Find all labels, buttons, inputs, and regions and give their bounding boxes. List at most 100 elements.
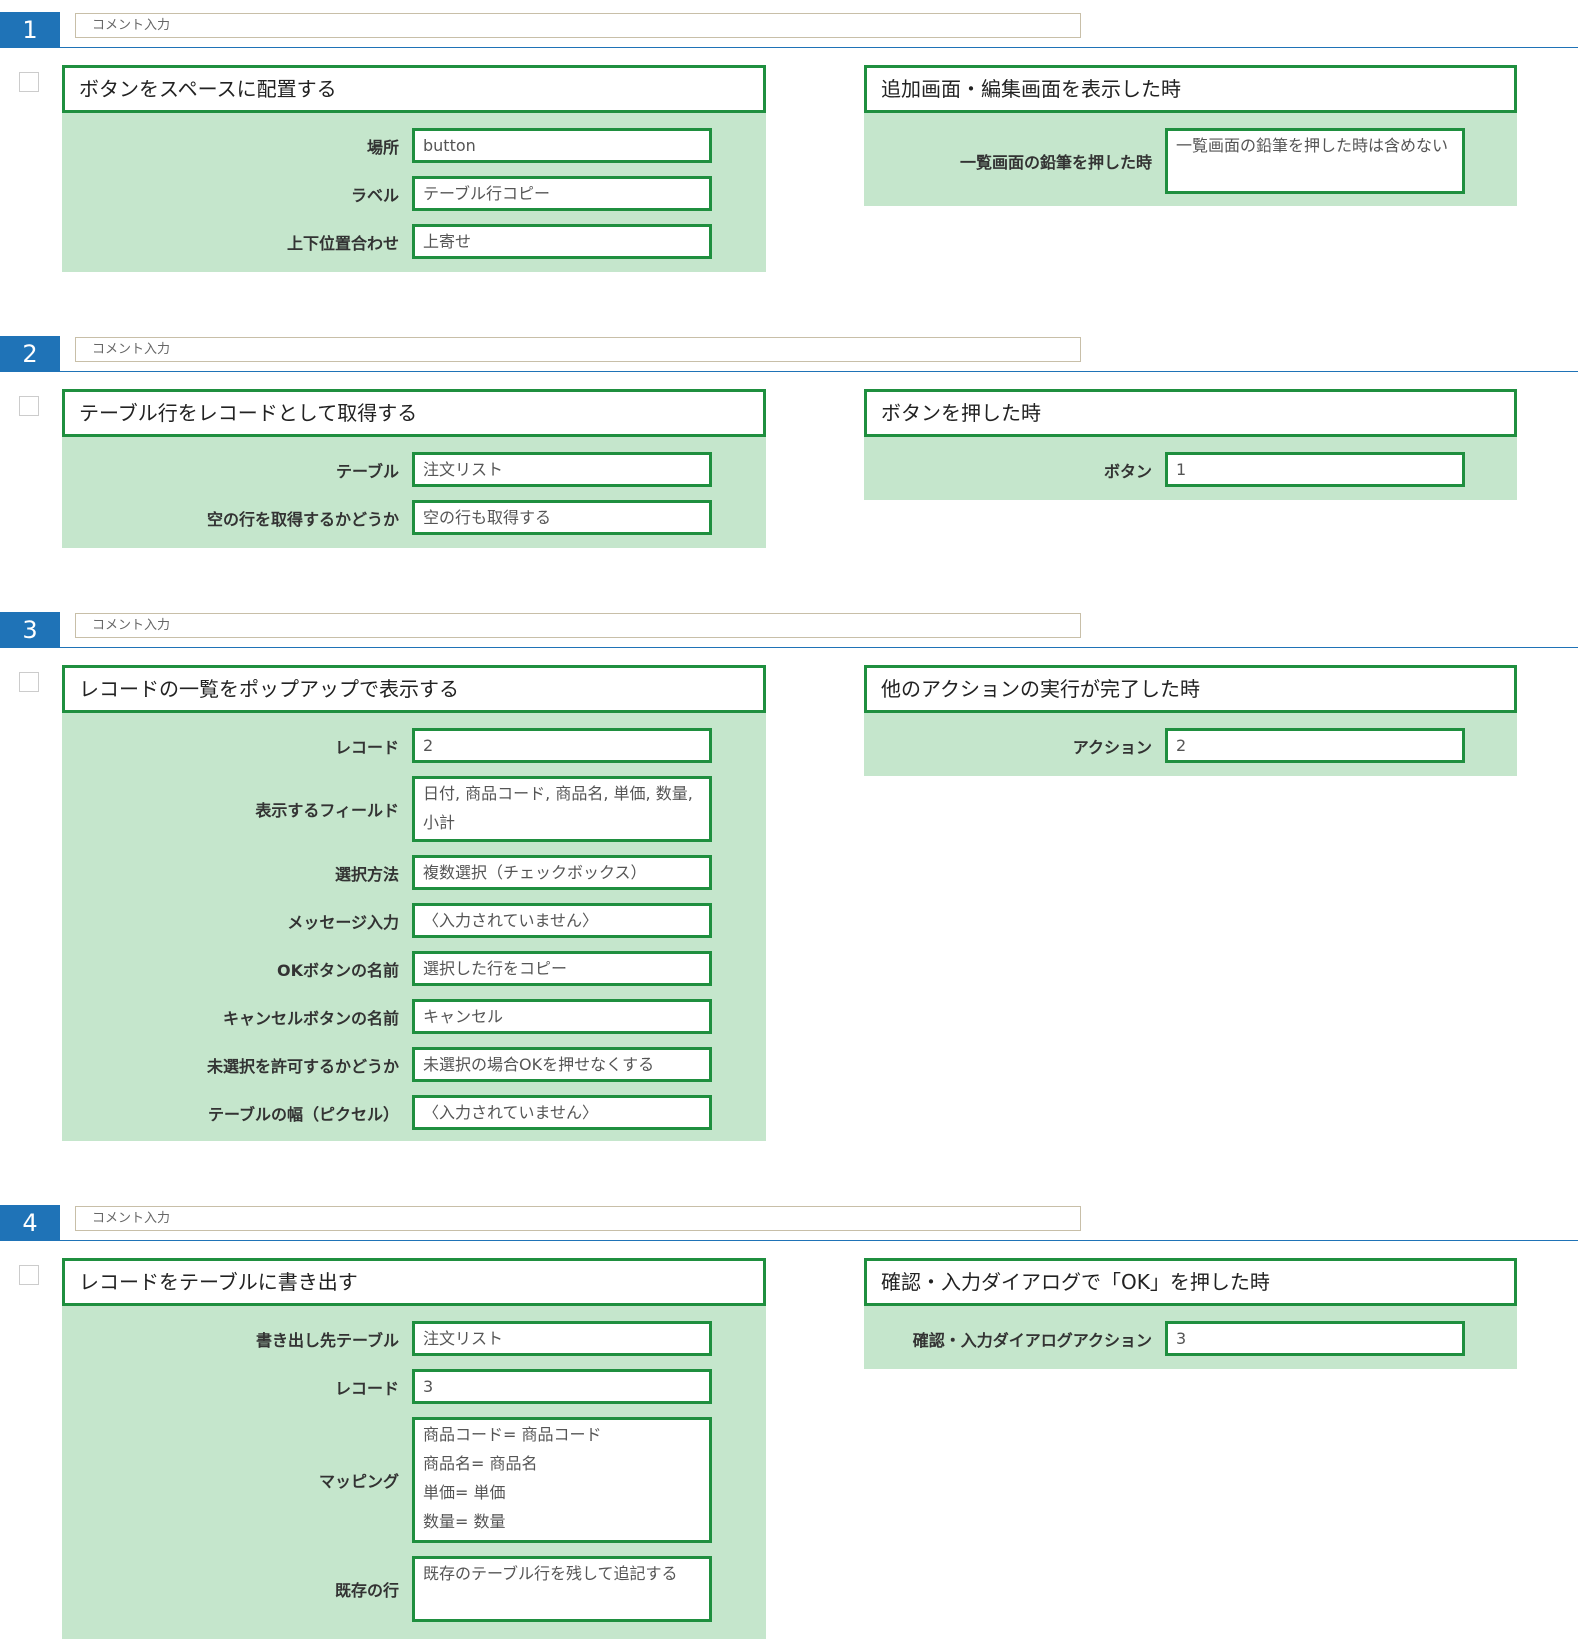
param-label: OKボタンの名前 (276, 960, 399, 980)
param-label: 未選択を許可するかどうか (206, 1056, 399, 1076)
param-row: 空の行を取得するかどうか 空の行も取得する (62, 500, 766, 535)
param-row: メッセージ入力 〈入力されていません〉 (62, 903, 766, 938)
param-row: 上下位置合わせ 上寄せ (62, 224, 766, 259)
param-row: ボタン 1 (864, 452, 1517, 487)
param-value[interactable]: 3 (412, 1369, 712, 1404)
param-value[interactable]: 2 (1165, 728, 1465, 763)
step-divider (0, 1240, 1578, 1241)
param-value[interactable]: 〈入力されていません〉 (412, 1095, 712, 1130)
param-row: 未選択を許可するかどうか 未選択の場合OKを押せなくする (62, 1047, 766, 1082)
param-row: 場所 button (62, 128, 766, 163)
action-block: ボタンをスペースに配置する 場所 button ラベル テーブル行コピー 上下位… (62, 65, 766, 272)
param-row: 既存の行 既存のテーブル行を残して追記する (62, 1556, 766, 1622)
step-number: 2 (0, 336, 60, 372)
action-title[interactable]: レコードをテーブルに書き出す (62, 1258, 766, 1306)
trigger-title[interactable]: 他のアクションの実行が完了した時 (864, 665, 1517, 713)
trigger-title[interactable]: ボタンを押した時 (864, 389, 1517, 437)
step-number: 4 (0, 1205, 60, 1241)
param-value[interactable]: 選択した行をコピー (412, 951, 712, 986)
param-row: レコード 3 (62, 1369, 766, 1404)
step-divider (0, 371, 1578, 372)
param-value[interactable]: キャンセル (412, 999, 712, 1034)
param-label: ボタン (1103, 461, 1152, 481)
param-label: 選択方法 (334, 864, 399, 884)
step-divider (0, 47, 1578, 48)
param-label: テーブル (335, 461, 399, 481)
param-row: 一覧画面の鉛筆を押した時 一覧画面の鉛筆を押した時は含めない (864, 128, 1517, 194)
step-1: 1 コメント入力 ボタンをスペースに配置する 場所 button ラベル テーブ… (0, 0, 1578, 272)
param-row: マッピング 商品コード= 商品コード 商品名= 商品名 単価= 単価 数量= 数… (62, 1417, 766, 1543)
action-block: レコードをテーブルに書き出す 書き出し先テーブル 注文リスト レコード 3 マッ… (62, 1258, 766, 1639)
trigger-title[interactable]: 追加画面・編集画面を表示した時 (864, 65, 1517, 113)
param-value[interactable]: 2 (412, 728, 712, 763)
param-value[interactable]: 日付, 商品コード, 商品名, 単価, 数量, 小計 (412, 776, 712, 842)
step-header: 3 コメント入力 (0, 600, 1578, 648)
param-label: 上下位置合わせ (286, 233, 399, 253)
param-value[interactable]: 未選択の場合OKを押せなくする (412, 1047, 712, 1082)
param-value[interactable]: 空の行も取得する (412, 500, 712, 535)
trigger-title[interactable]: 確認・入力ダイアログで「OK」を押した時 (864, 1258, 1517, 1306)
step-3: 3 コメント入力 レコードの一覧をポップアップで表示する レコード 2 表示する… (0, 600, 1578, 1141)
comment-input[interactable]: コメント入力 (75, 613, 1081, 638)
action-title[interactable]: レコードの一覧をポップアップで表示する (62, 665, 766, 713)
param-value[interactable]: 上寄せ (412, 224, 712, 259)
param-label: 既存の行 (334, 1581, 399, 1600)
param-label: 一覧画面の鉛筆を押した時 (959, 153, 1152, 172)
comment-input[interactable]: コメント入力 (75, 13, 1081, 38)
param-value[interactable]: 注文リスト (412, 452, 712, 487)
action-block: テーブル行をレコードとして取得する テーブル 注文リスト 空の行を取得するかどう… (62, 389, 766, 548)
step-2: 2 コメント入力 テーブル行をレコードとして取得する テーブル 注文リスト 空の… (0, 324, 1578, 548)
step-4: 4 コメント入力 レコードをテーブルに書き出す 書き出し先テーブル 注文リスト … (0, 1193, 1578, 1639)
param-row: OKボタンの名前 選択した行をコピー (62, 951, 766, 986)
trigger-block: 他のアクションの実行が完了した時 アクション 2 (864, 665, 1517, 776)
param-row: テーブルの幅（ピクセル） 〈入力されていません〉 (62, 1095, 766, 1130)
param-row: レコード 2 (62, 728, 766, 763)
param-value[interactable]: 注文リスト (412, 1321, 712, 1356)
step-number: 1 (0, 12, 60, 48)
param-label: メッセージ入力 (287, 912, 399, 932)
comment-input[interactable]: コメント入力 (75, 1206, 1081, 1231)
param-value[interactable]: 商品コード= 商品コード 商品名= 商品名 単価= 単価 数量= 数量 (412, 1417, 712, 1543)
param-label: 確認・入力ダイアログアクション (912, 1330, 1152, 1350)
step-header: 1 コメント入力 (0, 0, 1578, 48)
step-checkbox[interactable] (19, 672, 39, 692)
param-value[interactable]: 1 (1165, 452, 1465, 487)
param-row: 選択方法 複数選択（チェックボックス） (62, 855, 766, 890)
step-checkbox[interactable] (19, 396, 39, 416)
trigger-block: 追加画面・編集画面を表示した時 一覧画面の鉛筆を押した時 一覧画面の鉛筆を押した… (864, 65, 1517, 206)
param-value[interactable]: テーブル行コピー (412, 176, 712, 211)
param-label: キャンセルボタンの名前 (222, 1008, 399, 1028)
param-label: 表示するフィールド (255, 801, 399, 820)
action-title[interactable]: テーブル行をレコードとして取得する (62, 389, 766, 437)
param-label: 空の行を取得するかどうか (206, 509, 399, 529)
param-label: 場所 (366, 137, 399, 157)
step-checkbox[interactable] (19, 1265, 39, 1285)
param-row: 表示するフィールド 日付, 商品コード, 商品名, 単価, 数量, 小計 (62, 776, 766, 842)
param-label: レコード (334, 1378, 399, 1398)
param-value[interactable]: 一覧画面の鉛筆を押した時は含めない (1165, 128, 1465, 194)
param-row: ラベル テーブル行コピー (62, 176, 766, 211)
param-label: アクション (1072, 737, 1152, 757)
param-label: 書き出し先テーブル (255, 1330, 399, 1350)
param-value[interactable]: 〈入力されていません〉 (412, 903, 712, 938)
param-row: テーブル 注文リスト (62, 452, 766, 487)
param-label: レコード (334, 737, 399, 757)
step-header: 2 コメント入力 (0, 324, 1578, 372)
param-value[interactable]: 複数選択（チェックボックス） (412, 855, 712, 890)
step-header: 4 コメント入力 (0, 1193, 1578, 1241)
step-checkbox[interactable] (19, 72, 39, 92)
param-value[interactable]: button (412, 128, 712, 163)
comment-input[interactable]: コメント入力 (75, 337, 1081, 362)
param-row: アクション 2 (864, 728, 1517, 763)
param-label: テーブルの幅（ピクセル） (207, 1104, 399, 1124)
step-divider (0, 647, 1578, 648)
param-value[interactable]: 3 (1165, 1321, 1465, 1356)
action-block: レコードの一覧をポップアップで表示する レコード 2 表示するフィールド 日付,… (62, 665, 766, 1141)
param-value[interactable]: 既存のテーブル行を残して追記する (412, 1556, 712, 1622)
trigger-block: 確認・入力ダイアログで「OK」を押した時 確認・入力ダイアログアクション 3 (864, 1258, 1517, 1369)
param-row: 確認・入力ダイアログアクション 3 (864, 1321, 1517, 1356)
param-row: 書き出し先テーブル 注文リスト (62, 1321, 766, 1356)
param-row: キャンセルボタンの名前 キャンセル (62, 999, 766, 1034)
trigger-block: ボタンを押した時 ボタン 1 (864, 389, 1517, 500)
action-title[interactable]: ボタンをスペースに配置する (62, 65, 766, 113)
